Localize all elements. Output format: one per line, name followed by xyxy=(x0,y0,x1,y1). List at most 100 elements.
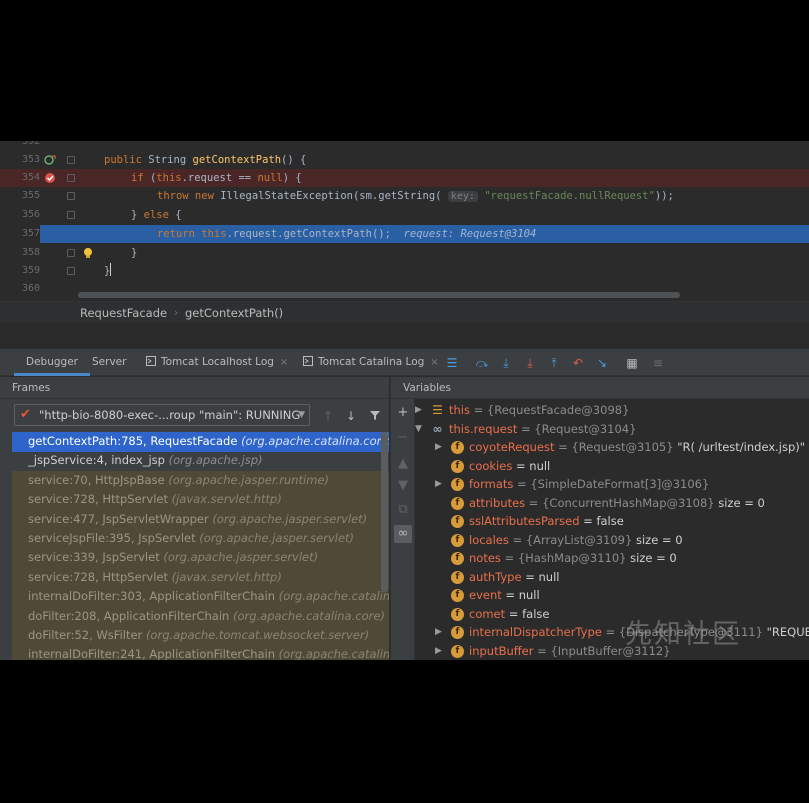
step-over-icon[interactable]: ⤼ xyxy=(474,355,490,371)
stack-frame[interactable]: internalDoFilter:241, ApplicationFilterC… xyxy=(12,645,389,660)
collapse-arrow-icon[interactable]: ▼ xyxy=(415,420,422,439)
line-number[interactable]: 392 xyxy=(0,141,40,151)
variables-tree[interactable]: ▶ ☰ this = {RequestFacade@3098} ▼ ∞ this.requ… xyxy=(415,399,809,660)
variable-row[interactable]: f sslAttributesParsed = false xyxy=(415,512,809,531)
stack-frame[interactable]: doFilter:52, WsFilter (org.apache.tomcat… xyxy=(12,626,389,646)
fold-marker-icon[interactable] xyxy=(67,174,75,182)
variable-reference: = {HashMap@3110} xyxy=(500,551,627,565)
lightbulb-icon[interactable] xyxy=(82,247,94,259)
editor-horizontal-scrollbar[interactable] xyxy=(78,292,680,298)
copy-icon[interactable]: ⧉ xyxy=(394,501,412,519)
variable-row[interactable]: ▶ f formats = {SimpleDateFormat[3]@3106} xyxy=(415,475,809,494)
step-into-icon[interactable]: ⤓ xyxy=(498,355,514,371)
stack-frame[interactable]: service:339, JspServlet (org.apache.jasp… xyxy=(12,548,389,568)
arrow-up-icon[interactable]: ↑ xyxy=(321,409,335,423)
run-to-cursor-icon[interactable]: ↘ xyxy=(594,355,610,371)
code-line[interactable]: 355 throw new IllegalStateException(sm.ge… xyxy=(0,187,809,205)
tab-server[interactable]: Server xyxy=(92,349,126,376)
code-line[interactable]: 356} else { xyxy=(0,206,809,224)
line-number[interactable]: 355 xyxy=(0,187,40,205)
variable-row[interactable]: ▶ f internalDispatcherType = {DispatcherTy… xyxy=(415,623,809,642)
show-watches-icon[interactable]: ∞ xyxy=(394,525,412,543)
stack-frame[interactable]: serviceJspFile:395, JspServlet (org.apac… xyxy=(12,529,389,549)
variable-row[interactable]: f authType = null xyxy=(415,568,809,587)
remove-watch-icon[interactable]: − xyxy=(394,429,412,447)
override-marker-icon[interactable] xyxy=(44,154,56,166)
add-watch-icon[interactable]: + xyxy=(394,404,412,422)
code-token: if xyxy=(131,172,150,184)
variable-text: notes = {HashMap@3110} size = 0 xyxy=(469,549,677,568)
breakpoint-icon[interactable] xyxy=(44,172,56,184)
variable-row[interactable]: ▼ ∞ this.request = {Request@3104} xyxy=(415,420,809,439)
move-up-icon[interactable]: ▲ xyxy=(394,455,412,473)
frame-method: service:728, HttpServlet xyxy=(28,569,172,584)
expand-arrow-icon[interactable]: ▶ xyxy=(435,623,442,642)
stack-frame[interactable]: internalDoFilter:303, ApplicationFilterC… xyxy=(12,587,389,607)
code-line[interactable]: 358} xyxy=(0,244,809,262)
variable-row[interactable]: f comet = false xyxy=(415,605,809,624)
tab-debugger[interactable]: Debugger xyxy=(14,349,90,376)
evaluate-expression-icon[interactable]: ▦ xyxy=(624,355,640,371)
line-number[interactable]: 360 xyxy=(0,280,40,298)
stack-frame[interactable]: getContextPath:785, RequestFacade (org.a… xyxy=(12,432,389,452)
line-number[interactable]: 358 xyxy=(0,244,40,262)
variable-text: attributes = {ConcurrentHashMap@3108} si… xyxy=(469,494,765,513)
variable-row[interactable]: f notes = {HashMap@3110} size = 0 xyxy=(415,549,809,568)
close-icon[interactable]: × xyxy=(280,357,288,368)
code-line[interactable]: 359} xyxy=(0,262,809,280)
line-number[interactable]: 356 xyxy=(0,206,40,224)
expand-arrow-icon[interactable]: ▶ xyxy=(415,401,422,420)
show-execution-point-icon[interactable]: ☰ xyxy=(444,355,460,371)
variable-text: this.request = {Request@3104} xyxy=(449,420,636,439)
tab-tomcat-catalina-log[interactable]: Tomcat Catalina Log × xyxy=(303,349,439,376)
code-line[interactable]: 353 public String getContextPath() { xyxy=(0,151,809,169)
line-number[interactable]: 354 xyxy=(0,169,40,187)
code-token: return xyxy=(157,228,202,240)
stack-frame[interactable]: service:728, HttpServlet (javax.servlet.… xyxy=(12,567,389,588)
line-number[interactable]: 357 xyxy=(0,225,40,243)
variable-row[interactable]: ▶ ☰ this = {RequestFacade@3098} xyxy=(415,401,809,420)
variable-row[interactable]: f cookies = null xyxy=(415,457,809,476)
variable-row[interactable]: f locales = {ArrayList@3109} size = 0 xyxy=(415,531,809,550)
line-number[interactable]: 353 xyxy=(0,151,40,169)
fold-marker-icon[interactable] xyxy=(67,249,75,257)
drop-frame-icon[interactable]: ↶ xyxy=(570,355,586,371)
tab-tomcat-localhost-log[interactable]: Tomcat Localhost Log × xyxy=(146,349,288,376)
arrow-down-icon[interactable]: ↓ xyxy=(344,409,358,423)
variable-row[interactable]: f event = null xyxy=(415,586,809,605)
code-token: "requestFacade.nullRequest" xyxy=(484,190,655,202)
code-line[interactable]: 392 xyxy=(0,141,809,151)
frame-package: (javax.servlet.http) xyxy=(171,492,282,507)
expand-arrow-icon[interactable]: ▶ xyxy=(435,438,442,457)
fold-marker-icon[interactable] xyxy=(67,192,75,200)
frames-scrollbar[interactable] xyxy=(381,432,388,592)
stack-frame[interactable]: _jspService:4, index_jsp (org.apache.jsp… xyxy=(12,451,389,471)
trace-icon[interactable]: ≡ xyxy=(650,355,666,371)
line-number[interactable]: 359 xyxy=(0,262,40,280)
expand-arrow-icon[interactable]: ▶ xyxy=(435,642,442,661)
force-step-into-icon[interactable]: ⤓ xyxy=(522,355,538,371)
fold-marker-icon[interactable] xyxy=(67,211,75,219)
move-down-icon[interactable]: ▼ xyxy=(394,477,412,495)
breadcrumb-method[interactable]: getContextPath() xyxy=(185,306,283,320)
step-out-icon[interactable]: ⤒ xyxy=(546,355,562,371)
variable-row[interactable]: f attributes = {ConcurrentHashMap@3108} s… xyxy=(415,494,809,513)
thread-selector[interactable]: ✔ "http-bio-8080-exec-...roup "main": RU… xyxy=(14,404,310,426)
stack-frame[interactable]: doFilter:208, ApplicationFilterChain (or… xyxy=(12,606,389,627)
code-line[interactable]: 357 return this.request.getContextPath();… xyxy=(0,225,809,243)
variable-name: attributes xyxy=(469,495,526,510)
close-icon[interactable]: × xyxy=(430,357,438,368)
breadcrumb-class[interactable]: RequestFacade xyxy=(80,306,167,320)
stack-frame[interactable]: service:70, HttpJspBase (org.apache.jasp… xyxy=(12,470,389,491)
frames-list[interactable]: getContextPath:785, RequestFacade (org.a… xyxy=(12,432,389,660)
stack-frame[interactable]: service:477, JspServletWrapper (org.apac… xyxy=(12,509,389,530)
variable-name: authType xyxy=(469,569,522,584)
filter-icon[interactable] xyxy=(368,409,382,423)
stack-frame[interactable]: service:728, HttpServlet (javax.servlet.… xyxy=(12,490,389,510)
variable-row[interactable]: ▶ f inputBuffer = {InputBuffer@3112} xyxy=(415,642,809,661)
variable-row[interactable]: ▶ f coyoteRequest = {Request@3105} "R( /ur… xyxy=(415,438,809,457)
fold-marker-icon[interactable] xyxy=(67,267,75,275)
expand-arrow-icon[interactable]: ▶ xyxy=(435,475,442,494)
fold-marker-icon[interactable] xyxy=(67,156,75,164)
code-line[interactable]: 354 if (this.request == null) { xyxy=(0,169,809,187)
